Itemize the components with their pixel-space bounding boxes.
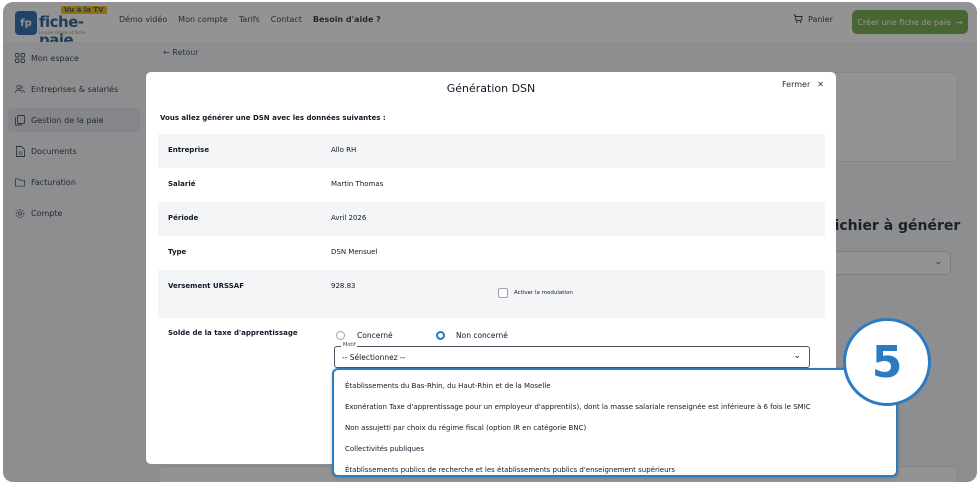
- step-number: 5: [871, 336, 903, 388]
- modal-intro: Vous allez générer une DSN avec les donn…: [160, 114, 386, 122]
- close-button[interactable]: Fermer ✕: [782, 80, 824, 89]
- taxe-label: Solde de la taxe d'apprentissage: [168, 329, 298, 337]
- modulation-checkbox[interactable]: [498, 288, 508, 298]
- modal-title: Génération DSN: [446, 82, 536, 95]
- info-value: Allo RH: [331, 146, 357, 154]
- info-label: Versement URSSAF: [168, 282, 244, 290]
- info-value: 928.83: [331, 282, 356, 290]
- close-label: Fermer: [782, 80, 811, 89]
- dropdown-option[interactable]: Établissements du Bas-Rhin, du Haut-Rhin…: [345, 382, 551, 390]
- chevron-down-icon: ⌄: [793, 351, 801, 361]
- info-row-versement: Versement URSSAF 928.83 Activer la modul…: [158, 270, 825, 318]
- dropdown-option[interactable]: Établissements publics de recherche et l…: [345, 466, 675, 474]
- step-badge: 5: [843, 318, 931, 406]
- dropdown-option[interactable]: Exonération Taxe d'apprentissage pour un…: [345, 403, 811, 411]
- modulation-label: Activer la modulation: [514, 290, 573, 296]
- motif-dropdown: Établissements du Bas-Rhin, du Haut-Rhin…: [332, 368, 898, 477]
- info-row-periode: Période Avril 2026: [158, 202, 825, 236]
- info-label: Salarié: [168, 180, 196, 188]
- motif-value: -- Sélectionnez --: [342, 353, 406, 362]
- info-row-type: Type DSN Mensuel: [158, 236, 825, 270]
- info-label: Entreprise: [168, 146, 210, 154]
- motif-select[interactable]: Motif -- Sélectionnez -- ⌄: [334, 342, 810, 368]
- radio-non-concerne-label: Non concerné: [456, 331, 508, 340]
- dropdown-option[interactable]: Non assujetti par choix du régime fiscal…: [345, 424, 586, 432]
- radio-concerne-label: Concerné: [357, 331, 393, 340]
- info-label: Type: [168, 248, 187, 256]
- info-row-entreprise: Entreprise Allo RH: [158, 134, 825, 168]
- radio-non-concerne[interactable]: [436, 331, 445, 340]
- info-value: DSN Mensuel: [331, 248, 378, 256]
- close-icon: ✕: [817, 80, 824, 89]
- info-value: Martin Thomas: [331, 180, 384, 188]
- dropdown-option[interactable]: Collectivités publiques: [345, 445, 424, 453]
- app-frame: fp Vu à la TV fiche-paie La paie simple …: [3, 2, 977, 482]
- info-value: Avril 2026: [331, 214, 367, 222]
- radio-concerne[interactable]: [336, 331, 345, 340]
- info-label: Période: [168, 214, 199, 222]
- info-row-salarie: Salarié Martin Thomas: [158, 168, 825, 202]
- motif-legend: Motif: [341, 342, 358, 348]
